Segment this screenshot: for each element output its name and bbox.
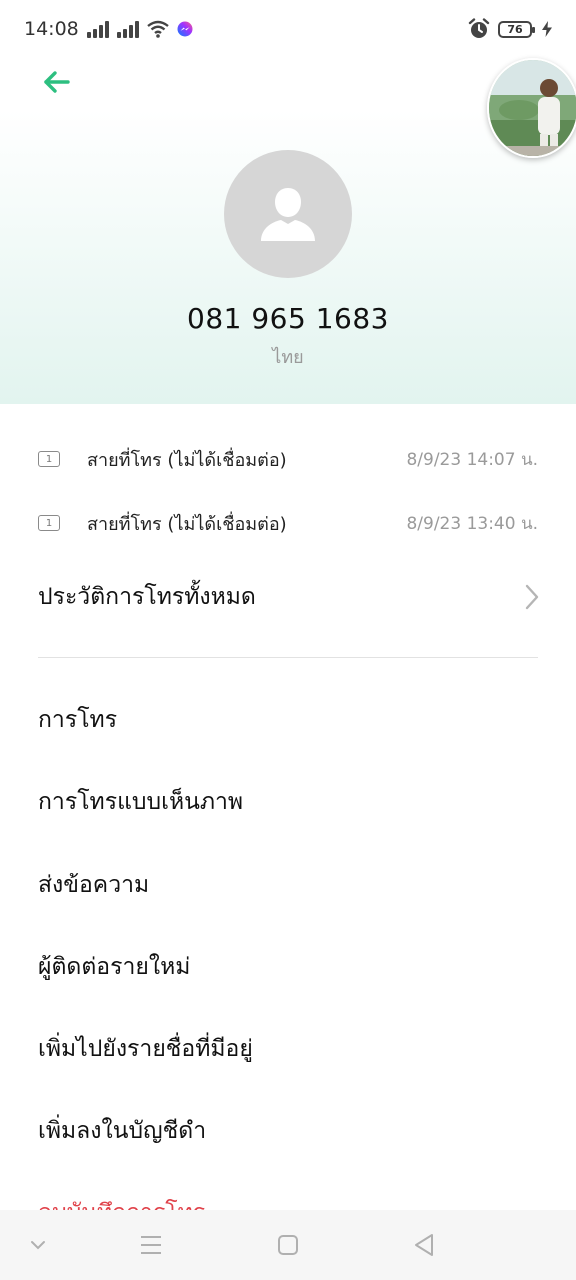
nav-back-button[interactable]: [404, 1228, 444, 1262]
charging-icon: [542, 21, 552, 37]
contact-avatar: [224, 150, 352, 278]
signal-icon: [86, 20, 109, 38]
call-log-time: 8/9/23 14:07 น.: [406, 449, 538, 470]
nav-home-button[interactable]: [268, 1228, 308, 1262]
all-call-history-button[interactable]: ประวัติการโทรทั้งหมด: [38, 572, 540, 622]
system-navigation-bar: [0, 1210, 576, 1280]
profile-photo: [489, 60, 576, 156]
menu-icon: [141, 1236, 161, 1254]
battery-icon: 76: [498, 20, 535, 38]
battery-level: 76: [507, 22, 523, 36]
call-log-label: สายที่โทร (ไม่ได้เชื่อมต่อ): [87, 449, 287, 471]
sim-card-icon: 1: [38, 515, 60, 531]
call-log-time: 8/9/23 13:40 น.: [406, 513, 538, 534]
call-log-row[interactable]: 1 สายที่โทร (ไม่ได้เชื่อมต่อ) 8/9/23 14:…: [38, 439, 538, 479]
new-contact-button[interactable]: ผู้ติดต่อรายใหม่: [38, 939, 538, 995]
signal-icon-2: [116, 20, 139, 38]
home-square-icon: [278, 1235, 298, 1255]
add-to-blacklist-button[interactable]: เพิ่มลงในบัญชีดำ: [38, 1103, 538, 1159]
video-call-button[interactable]: การโทรแบบเห็นภาพ: [38, 774, 538, 830]
floating-chat-head[interactable]: [487, 58, 576, 158]
status-bar: 14:08 76: [0, 0, 576, 58]
nav-recents-button[interactable]: [131, 1228, 171, 1262]
alarm-icon: [468, 18, 490, 38]
chevron-down-icon: [31, 1241, 45, 1250]
call-button[interactable]: การโทร: [38, 692, 538, 748]
call-log-row[interactable]: 1 สายที่โทร (ไม่ได้เชื่อมต่อ) 8/9/23 13:…: [38, 503, 538, 543]
back-button[interactable]: [30, 60, 82, 104]
contact-country: ไทย: [272, 347, 304, 368]
person-silhouette-icon: [261, 188, 315, 241]
add-to-existing-contact-button[interactable]: เพิ่มไปยังรายชื่อที่มีอยู่: [38, 1021, 538, 1077]
call-log-label: สายที่โทร (ไม่ได้เชื่อมต่อ): [87, 513, 287, 535]
section-divider: [38, 657, 538, 658]
messenger-icon: [177, 21, 193, 37]
sim-card-icon: 1: [38, 451, 60, 467]
contact-phone-number: 081 965 1683: [187, 302, 389, 335]
chevron-right-icon: [525, 584, 539, 610]
nav-collapse-button[interactable]: [18, 1228, 58, 1262]
wifi-icon: [147, 20, 169, 38]
triangle-back-icon: [415, 1234, 433, 1256]
arrow-left-icon: [44, 71, 70, 93]
status-time: 14:08: [24, 18, 79, 40]
send-message-button[interactable]: ส่งข้อความ: [38, 857, 538, 913]
all-call-history-label: ประวัติการโทรทั้งหมด: [38, 584, 256, 610]
